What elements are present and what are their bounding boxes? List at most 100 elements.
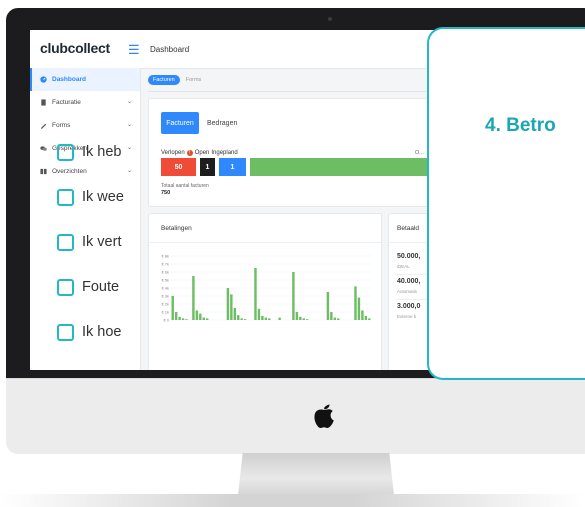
checklist-item[interactable]: Ik heb xyxy=(57,141,122,163)
payments-chart: € 8k € 7k € 6k € 5k € 4k € 3k € 2k € 1k € 0 xyxy=(161,254,371,323)
tab-bar: Facturen Forms xyxy=(148,73,201,87)
chart-bar[interactable] xyxy=(306,319,309,320)
chevron-down-icon: ⌄ xyxy=(126,122,132,128)
checkbox[interactable] xyxy=(57,188,74,206)
sidebar-item-dashboard[interactable]: Dashboard xyxy=(30,68,140,91)
y-tick-label: € 7k xyxy=(161,262,169,267)
app-logo[interactable]: clubcollect xyxy=(40,40,110,56)
checkbox[interactable] xyxy=(57,278,74,296)
chart-bar[interactable] xyxy=(268,318,271,320)
y-tick-label: € 3k xyxy=(161,294,169,299)
chart-bar[interactable] xyxy=(240,318,243,320)
open-segment[interactable]: 1 xyxy=(200,158,215,176)
sidebar-item-facturatie[interactable]: Facturatie ⌄ xyxy=(30,91,140,114)
chart-bar[interactable] xyxy=(264,317,268,320)
chart-bar[interactable] xyxy=(261,316,264,320)
chart-bar[interactable] xyxy=(233,308,236,320)
chart-bar[interactable] xyxy=(257,308,261,320)
camera xyxy=(328,17,332,21)
chart-bar[interactable] xyxy=(361,310,364,320)
amount-method: Automatis xyxy=(397,289,418,294)
chart-bar[interactable] xyxy=(364,316,368,320)
chart-bar[interactable] xyxy=(354,286,357,320)
status-label-right: O... xyxy=(415,150,424,156)
chart-bar[interactable] xyxy=(278,317,281,320)
chevron-down-icon: ⌄ xyxy=(126,99,132,105)
checklist-item-label: Foute xyxy=(82,279,120,295)
overview-icon xyxy=(40,168,47,175)
chart-bar[interactable] xyxy=(292,272,295,320)
chart-bar[interactable] xyxy=(237,315,240,320)
ingepland-segment[interactable]: 1 xyxy=(219,158,246,176)
amounts-title: Betaald xyxy=(397,225,420,232)
chevron-down-icon: ⌄ xyxy=(126,145,132,151)
checklist-item-label: Ik vert xyxy=(82,234,122,250)
sidebar-item-overzichten[interactable]: Overzichten ⌄ xyxy=(30,160,140,183)
chart-bar[interactable] xyxy=(195,310,199,320)
total-value: 750 xyxy=(161,190,171,196)
amount-value: 40.000, xyxy=(397,278,421,285)
chart-bar[interactable] xyxy=(295,312,299,320)
chart-bar[interactable] xyxy=(368,318,371,320)
imac-chin xyxy=(6,378,585,454)
checkbox[interactable] xyxy=(57,323,74,341)
y-tick-label: € 5k xyxy=(161,278,169,283)
y-tick-label: € 4k xyxy=(161,286,169,291)
payments-title: Betalingen xyxy=(161,225,192,232)
checklist-item[interactable]: Ik vert xyxy=(57,231,121,253)
y-tick-label: € 2k xyxy=(161,302,169,307)
imac-stand xyxy=(238,453,394,495)
chart-bar[interactable] xyxy=(299,316,302,320)
chart-bar[interactable] xyxy=(326,292,330,320)
tab-facturen[interactable]: Facturen xyxy=(148,75,180,85)
chart-bar[interactable] xyxy=(226,288,230,320)
tab-forms[interactable]: Forms xyxy=(186,77,202,83)
amount-value: 50.000, xyxy=(397,253,421,260)
menu-icon[interactable]: ☰ xyxy=(128,42,140,58)
chart-bar[interactable] xyxy=(302,318,305,320)
dashboard-icon xyxy=(40,76,47,83)
checklist-item[interactable]: Foute xyxy=(57,276,119,298)
invoice-icon xyxy=(40,99,47,106)
chart-bar[interactable] xyxy=(357,297,361,320)
chart-bar[interactable] xyxy=(192,276,195,320)
sidebar-item-forms[interactable]: Forms ⌄ xyxy=(30,114,140,137)
status-legend: Verlopen ! Open Ingepland xyxy=(161,150,238,156)
ingepland-label: Ingepland xyxy=(211,150,238,156)
chart-bar[interactable] xyxy=(171,296,174,320)
y-tick-label: € 8k xyxy=(161,254,169,259)
chart-bar[interactable] xyxy=(230,294,233,320)
chart-bar[interactable] xyxy=(202,317,205,320)
checklist-item[interactable]: Ik hoe xyxy=(57,321,122,343)
chat-icon xyxy=(40,145,47,152)
amount-method: Externe b xyxy=(397,314,417,319)
chart-bar[interactable] xyxy=(206,318,209,320)
chart-bar[interactable] xyxy=(254,268,257,320)
chart-bar[interactable] xyxy=(178,316,181,320)
breadcrumb: Dashboard xyxy=(150,45,190,54)
chart-bar[interactable] xyxy=(243,319,247,320)
verlopen-segment[interactable]: 50 xyxy=(161,158,196,176)
chart-bar[interactable] xyxy=(199,313,202,320)
chart-bar[interactable] xyxy=(333,317,336,320)
y-tick-label: € 1k xyxy=(161,310,169,315)
checkbox[interactable] xyxy=(57,233,74,251)
chart-bar[interactable] xyxy=(337,318,340,320)
amount-method: iDEAL xyxy=(397,264,410,269)
checklist-item-label: Ik hoe xyxy=(82,324,122,340)
chart-bar[interactable] xyxy=(181,318,185,320)
sidebar-item-label: Dashboard xyxy=(52,76,86,83)
y-tick-label: € 0 xyxy=(163,318,169,323)
apple-logo-icon xyxy=(311,400,337,430)
bedragen-toggle-button[interactable]: Bedragen xyxy=(207,112,237,134)
payments-card: Betalingen € 8k € 7k € 6k € 5k € 4k € 3k € 2k €… xyxy=(148,213,382,370)
chevron-down-icon: ⌄ xyxy=(126,168,132,174)
checklist-item[interactable]: Ik wee xyxy=(57,186,124,208)
facturen-toggle-button[interactable]: Facturen xyxy=(161,112,199,134)
chart-bar[interactable] xyxy=(185,319,188,320)
checkbox[interactable] xyxy=(57,143,74,161)
chart-bar[interactable] xyxy=(174,312,178,320)
checklist-item-label: Ik heb xyxy=(82,144,122,160)
chart-bar[interactable] xyxy=(330,312,333,320)
sidebar-item-label: Forms xyxy=(52,122,71,129)
